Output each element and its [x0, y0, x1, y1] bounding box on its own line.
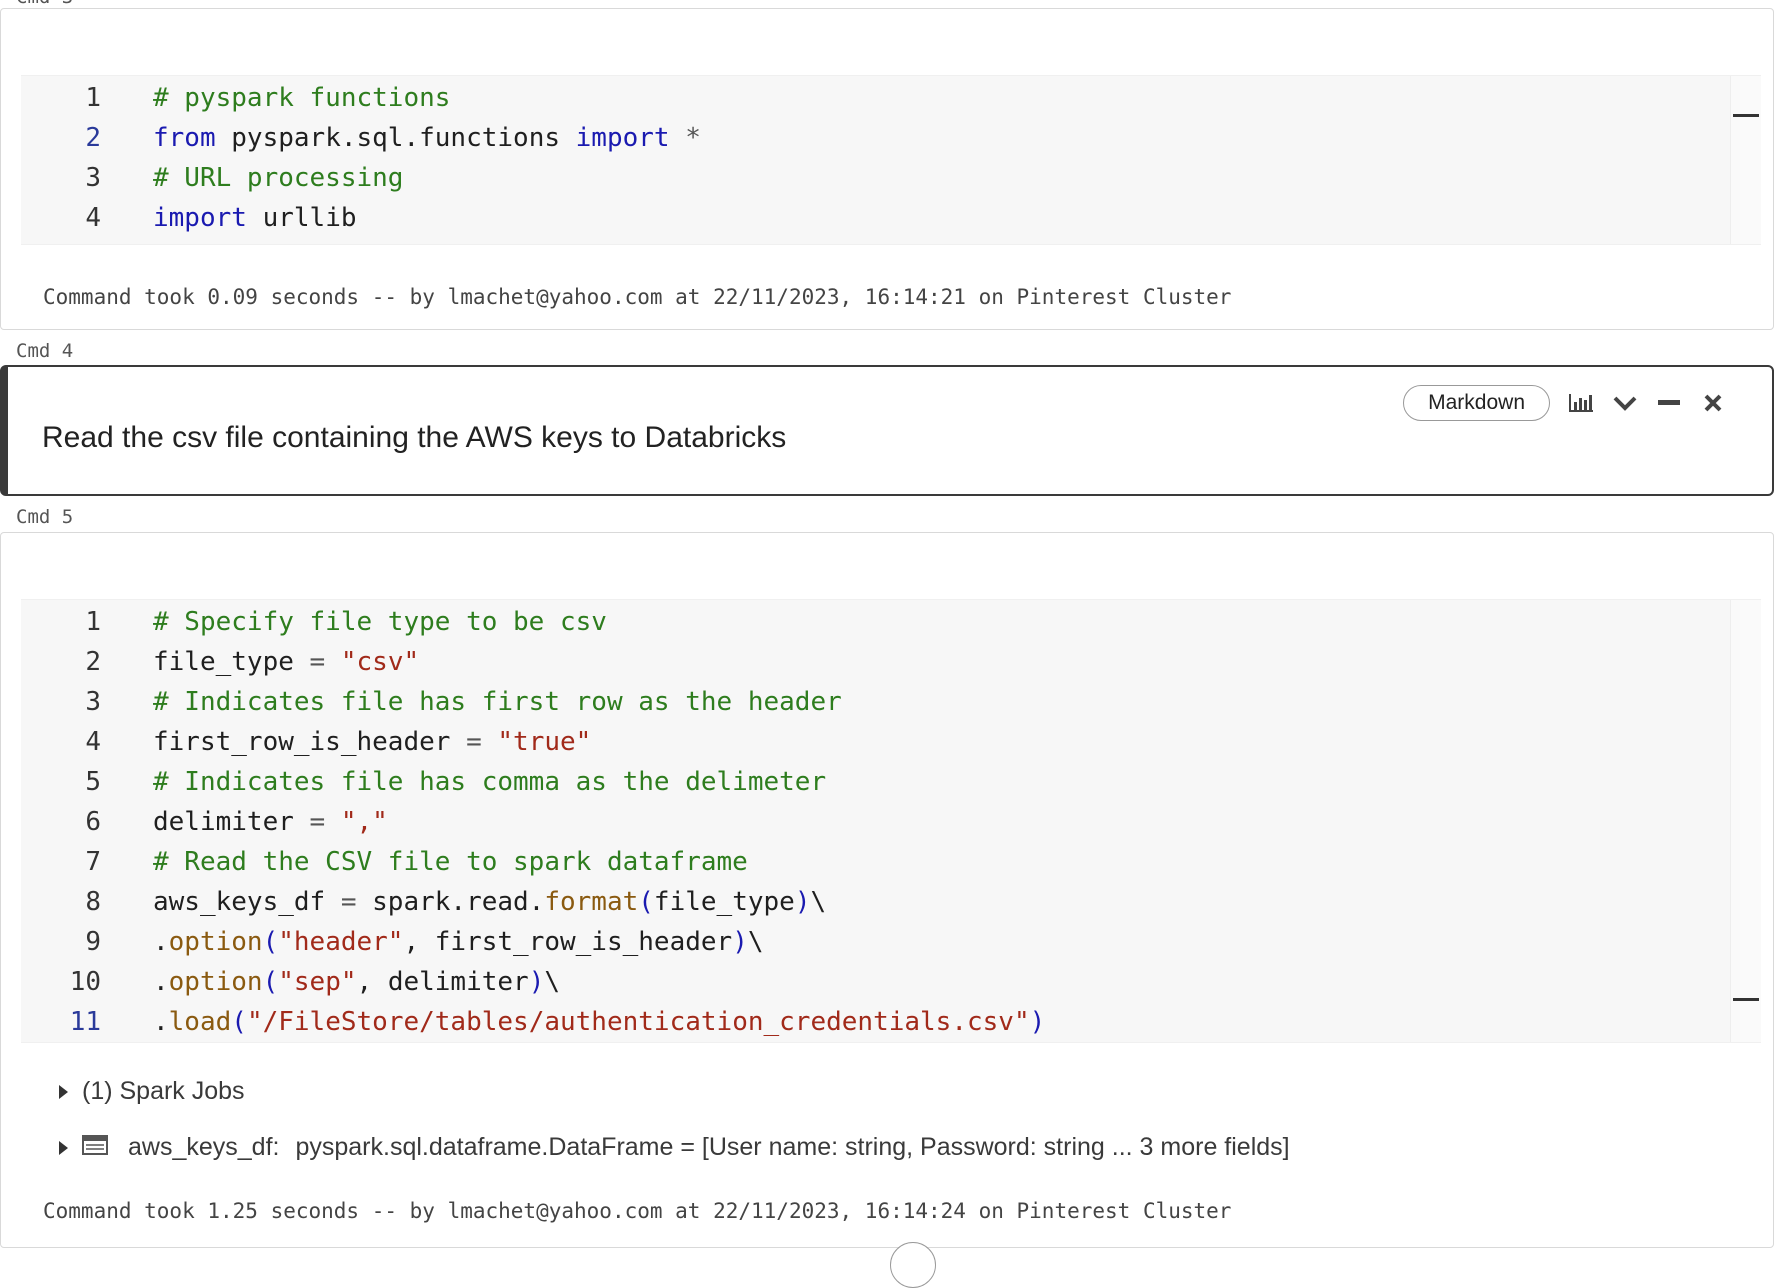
line-source: .option("header", first_row_is_header)\ — [153, 927, 764, 957]
line-number: 11 — [69, 1007, 101, 1037]
line-number: 7 — [85, 847, 101, 877]
line-source: .option("sep", delimiter)\ — [153, 967, 561, 997]
markdown-text: Read the csv file containing the AWS key… — [42, 421, 787, 454]
code-cell-3[interactable]: 1 # pyspark functions 2 from pyspark.sql.fu… — [0, 8, 1774, 330]
line-source: first_row_is_header = "true" — [153, 727, 592, 757]
line-number: 2 — [85, 647, 101, 677]
chevron-down-icon[interactable] — [1612, 390, 1638, 416]
expand-triangle-icon[interactable] — [59, 1140, 68, 1155]
cell-toolbar: Markdown — [1403, 385, 1726, 421]
close-icon[interactable] — [1700, 390, 1726, 416]
line-number: 8 — [85, 887, 101, 917]
line-source: # Read the CSV file to spark dataframe — [153, 847, 748, 877]
line-source: aws_keys_df = spark.read.format(file_typ… — [153, 887, 827, 917]
line-source: # Specify file type to be csv — [153, 607, 607, 637]
editor-scrollbar[interactable] — [1730, 600, 1761, 1042]
add-cell-handle[interactable] — [890, 1242, 936, 1288]
spark-jobs-toggle[interactable]: (1) Spark Jobs — [59, 1077, 245, 1106]
line-source: # Indicates file has comma as the delime… — [153, 767, 827, 797]
line-source: from pyspark.sql.functions import * — [153, 123, 701, 153]
line-source: .load("/FileStore/tables/authentication_… — [153, 1007, 1046, 1037]
cmd-5-label: Cmd 5 — [16, 506, 74, 528]
line-number: 1 — [85, 607, 101, 637]
dataframe-schema: pyspark.sql.dataframe.DataFrame = [User … — [295, 1133, 1290, 1161]
dataframe-name: aws_keys_df: — [128, 1133, 280, 1161]
line-number: 3 — [85, 163, 101, 193]
cell-language-badge[interactable]: Markdown — [1403, 385, 1550, 421]
line-source: delimiter = "," — [153, 807, 388, 837]
bar-chart-icon[interactable] — [1568, 390, 1594, 416]
line-number: 10 — [69, 967, 101, 997]
markdown-cell-4[interactable]: Read the csv file containing the AWS key… — [0, 365, 1774, 496]
cmd-3-label: Cmd 3 — [16, 0, 73, 8]
command-status: Command took 1.25 seconds -- by lmachet@… — [43, 1199, 1232, 1223]
line-number: 1 — [85, 83, 101, 113]
line-number: 4 — [85, 727, 101, 757]
code-editor-5[interactable]: 1 # Specify file type to be csv 2 file_type… — [21, 599, 1761, 1043]
table-icon — [82, 1133, 108, 1162]
line-source: file_type = "csv" — [153, 647, 420, 677]
editor-scrollbar[interactable] — [1730, 76, 1761, 244]
line-number: 6 — [85, 807, 101, 837]
line-source: # Indicates file has first row as the he… — [153, 687, 842, 717]
line-number: 9 — [85, 927, 101, 957]
spark-jobs-label: (1) Spark Jobs — [82, 1077, 245, 1105]
line-number: 4 — [85, 203, 101, 233]
expand-triangle-icon[interactable] — [59, 1084, 68, 1099]
line-source: import urllib — [153, 203, 357, 233]
line-number: 5 — [85, 767, 101, 797]
dataframe-result[interactable]: aws_keys_df: pyspark.sql.dataframe.DataF… — [59, 1133, 1290, 1162]
cmd-4-label: Cmd 4 — [16, 340, 74, 362]
minimize-icon[interactable] — [1656, 390, 1682, 416]
code-cell-5[interactable]: 1 # Specify file type to be csv 2 file_type… — [0, 532, 1774, 1248]
command-status: Command took 0.09 seconds -- by lmachet@… — [43, 285, 1232, 309]
line-source: # URL processing — [153, 163, 404, 193]
scroll-marker — [1733, 114, 1759, 117]
scroll-marker — [1733, 998, 1759, 1001]
line-source: # pyspark functions — [153, 83, 451, 113]
line-number: 3 — [85, 687, 101, 717]
line-number: 2 — [85, 123, 101, 153]
code-editor-3[interactable]: 1 # pyspark functions 2 from pyspark.sql.fu… — [21, 75, 1761, 245]
